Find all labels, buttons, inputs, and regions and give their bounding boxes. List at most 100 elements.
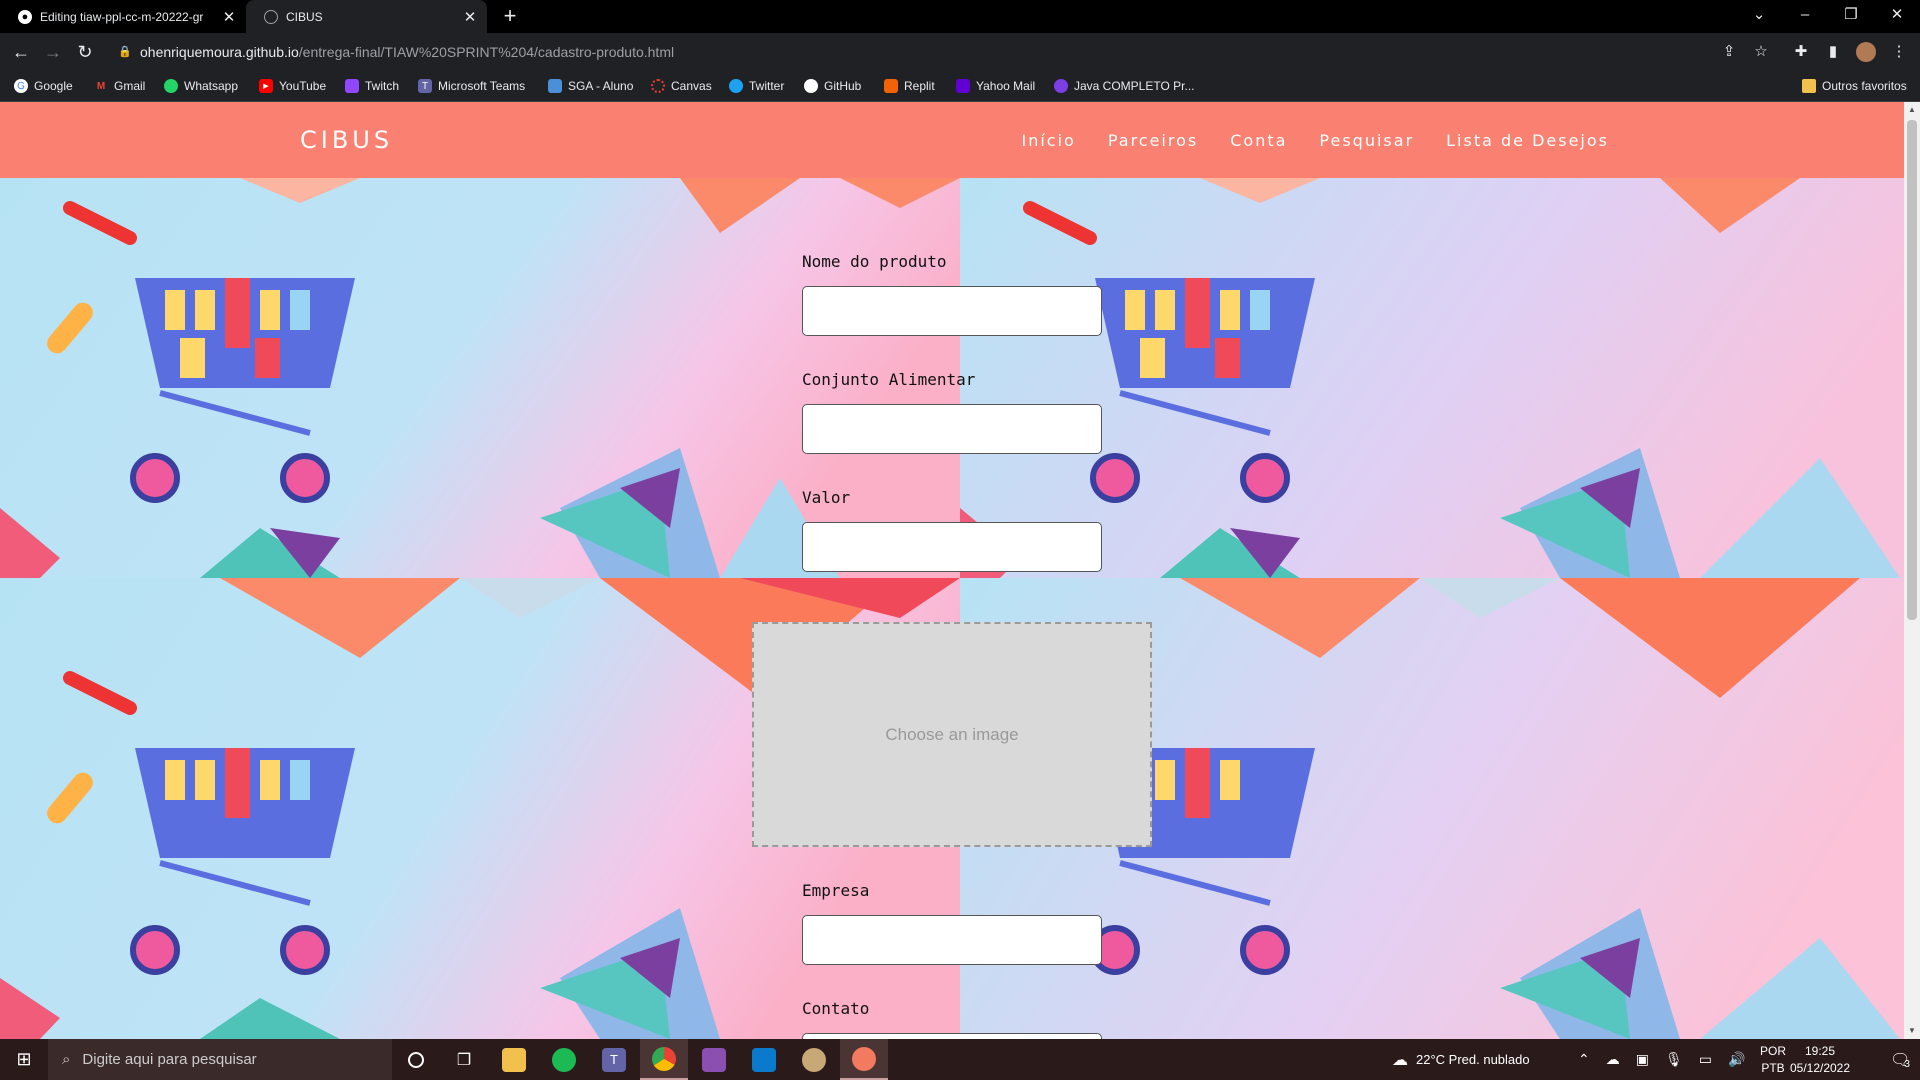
address-bar[interactable]: 🔒 ohenriquemoura.github.io /entrega-fina… <box>106 36 1794 67</box>
cortana-icon[interactable] <box>392 1039 440 1080</box>
bookmark-label: Whatsapp <box>184 79 239 93</box>
reload-icon[interactable]: ↻ <box>72 39 98 65</box>
back-arrow-icon[interactable]: ← <box>8 39 34 65</box>
browser-toolbar: ← → ↻ 🔒 ohenriquemoura.github.io /entreg… <box>0 33 1920 70</box>
chevron-up-icon[interactable]: ⌃ <box>1578 1051 1590 1068</box>
google-icon: G <box>14 79 28 93</box>
nav-link-parceiros[interactable]: Parceiros <box>1108 131 1198 150</box>
bookmark-label: Replit <box>904 79 935 93</box>
main-nav: Início Parceiros Conta Pesquisar Lista d… <box>1021 131 1609 150</box>
task-view-icon[interactable]: ❐ <box>440 1039 488 1080</box>
bookmark-canvas[interactable]: Canvas <box>651 70 712 102</box>
new-tab-plus-icon[interactable]: + <box>498 4 522 28</box>
cloud-sun-icon: ☁ <box>1392 1051 1408 1069</box>
taskbar-search-placeholder: Digite aqui para pesquisar <box>82 1051 257 1068</box>
minimize-icon[interactable]: – <box>1782 0 1828 33</box>
image-upload-placeholder: Choose an image <box>885 724 1019 744</box>
scroll-down-arrow-icon[interactable]: ▼ <box>1904 1023 1920 1039</box>
weather-text: 22°C Pred. nublado <box>1416 1052 1530 1067</box>
bookmark-replit[interactable]: Replit <box>884 70 935 102</box>
notification-center-icon[interactable]: 🗨 3 <box>1880 1039 1920 1080</box>
menu-kebab-icon[interactable]: ⋮ <box>1886 39 1912 65</box>
taskbar-search-box[interactable]: ⌕ Digite aqui para pesquisar <box>48 1039 392 1080</box>
restore-icon[interactable]: ❐ <box>1828 0 1874 33</box>
close-icon[interactable]: ✕ <box>461 8 479 26</box>
bookmark-star-icon[interactable]: ☆ <box>1748 39 1774 65</box>
extensions-puzzle-icon[interactable]: ✚ <box>1788 39 1814 65</box>
tab-title: Editing tiaw-ppl-cc-m-20222-gr <box>40 9 204 24</box>
file-explorer-icon[interactable] <box>490 1039 538 1080</box>
vscode-icon[interactable] <box>740 1039 788 1080</box>
tab-github-editor[interactable]: ● Editing tiaw-ppl-cc-m-20222-gr ✕ <box>0 0 246 33</box>
network-icon[interactable]: ▭ <box>1699 1051 1712 1068</box>
input-language-indicator[interactable]: POR PTB <box>1758 1043 1788 1077</box>
clock-date: 05/12/2022 <box>1789 1061 1851 1075</box>
bookmark-label: YouTube <box>279 79 327 93</box>
volume-icon[interactable]: 🔊 <box>1728 1051 1745 1068</box>
site-navbar: CIBUS Início Parceiros Conta Pesquisar L… <box>0 102 1904 178</box>
keyboard-layout: PTB <box>1761 1061 1785 1075</box>
bookmark-label: Canvas <box>671 79 712 93</box>
bookmark-google[interactable]: G Google <box>14 70 73 102</box>
windows-start-icon[interactable]: ⊞ <box>0 1039 48 1080</box>
tab-cibus[interactable]: CIBUS ✕ <box>246 0 487 33</box>
lock-icon: 🔒 <box>118 46 132 58</box>
bookmark-gmail[interactable]: M Gmail <box>94 70 146 102</box>
value-input[interactable] <box>802 522 1102 572</box>
nav-link-lista-de-desejos[interactable]: Lista de Desejos <box>1446 131 1609 150</box>
weather-widget[interactable]: ☁ 22°C Pred. nublado <box>1392 1039 1530 1080</box>
paint-icon[interactable] <box>790 1039 838 1080</box>
bookmark-java-course[interactable]: Java COMPLETO Pr... <box>1054 70 1194 102</box>
food-group-label: Conjunto Alimentar <box>802 370 976 389</box>
company-input[interactable] <box>802 915 1102 965</box>
bookmark-sga[interactable]: SGA - Aluno <box>548 70 633 102</box>
contact-label: Contato <box>802 999 870 1018</box>
bookmark-label: Java COMPLETO Pr... <box>1074 79 1195 93</box>
product-name-input[interactable] <box>802 286 1102 336</box>
side-panel-icon[interactable]: ▮ <box>1820 39 1846 65</box>
meet-now-icon[interactable]: ▣ <box>1636 1051 1649 1068</box>
github-icon <box>804 79 818 93</box>
close-icon[interactable]: ✕ <box>220 8 238 26</box>
bookmark-twitter[interactable]: Twitter <box>729 70 784 102</box>
other-bookmarks-folder[interactable]: Outros favoritos <box>1802 70 1907 102</box>
url-host: ohenriquemoura.github.io <box>140 43 299 60</box>
bookmark-twitch[interactable]: Twitch <box>345 70 399 102</box>
bookmark-label: Outros favoritos <box>1822 79 1907 93</box>
bookmark-label: Yahoo Mail <box>976 79 1036 93</box>
github-icon: ● <box>18 9 32 24</box>
bookmark-youtube[interactable]: ▶ YouTube <box>259 70 326 102</box>
url-path: /entrega-final/TIAW%20SPRINT%204/cadastr… <box>298 43 675 60</box>
taskbar-clock[interactable]: 19:25 05/12/2022 <box>1788 1043 1852 1077</box>
nav-link-inicio[interactable]: Início <box>1021 131 1075 150</box>
winrar-icon[interactable] <box>690 1039 738 1080</box>
window-close-icon[interactable]: ✕ <box>1874 0 1920 33</box>
teams-icon[interactable]: T <box>590 1039 638 1080</box>
whatsapp-icon <box>164 79 178 93</box>
bookmark-yahoo-mail[interactable]: Yahoo Mail <box>956 70 1035 102</box>
page-scrollbar[interactable]: ▲ ▼ <box>1904 102 1920 1039</box>
profile-avatar[interactable] <box>1856 42 1876 62</box>
onedrive-cloud-icon[interactable]: ☁ <box>1606 1051 1620 1068</box>
nav-link-conta[interactable]: Conta <box>1230 131 1287 150</box>
bookmark-label: Google <box>34 79 73 93</box>
food-group-input[interactable] <box>802 404 1102 454</box>
bookmark-github[interactable]: GitHub <box>804 70 861 102</box>
image-upload-dropzone[interactable]: Choose an image <box>752 622 1152 847</box>
discord-icon[interactable] <box>840 1039 888 1080</box>
bookmark-whatsapp[interactable]: Whatsapp <box>164 70 238 102</box>
microphone-icon[interactable]: 🎙 <box>1665 1051 1683 1068</box>
site-brand-logo[interactable]: CIBUS <box>300 126 393 154</box>
bookmark-teams[interactable]: T Microsoft Teams <box>418 70 525 102</box>
tab-search-chevron-icon[interactable]: ⌄ <box>1736 0 1782 33</box>
chrome-icon[interactable] <box>640 1039 688 1080</box>
windows-taskbar: ⊞ ⌕ Digite aqui para pesquisar ❐ T ☁ 22°… <box>0 1039 1920 1080</box>
share-icon[interactable]: ⇪ <box>1716 39 1742 65</box>
page-viewport: CIBUS Início Parceiros Conta Pesquisar L… <box>0 102 1904 1039</box>
scrollbar-thumb[interactable] <box>1907 120 1917 620</box>
nav-link-pesquisar[interactable]: Pesquisar <box>1319 131 1414 150</box>
scroll-up-arrow-icon[interactable]: ▲ <box>1904 102 1920 118</box>
forward-arrow-icon[interactable]: → <box>40 39 66 65</box>
spotify-icon[interactable] <box>540 1039 588 1080</box>
bookmark-label: Microsoft Teams <box>438 79 526 93</box>
